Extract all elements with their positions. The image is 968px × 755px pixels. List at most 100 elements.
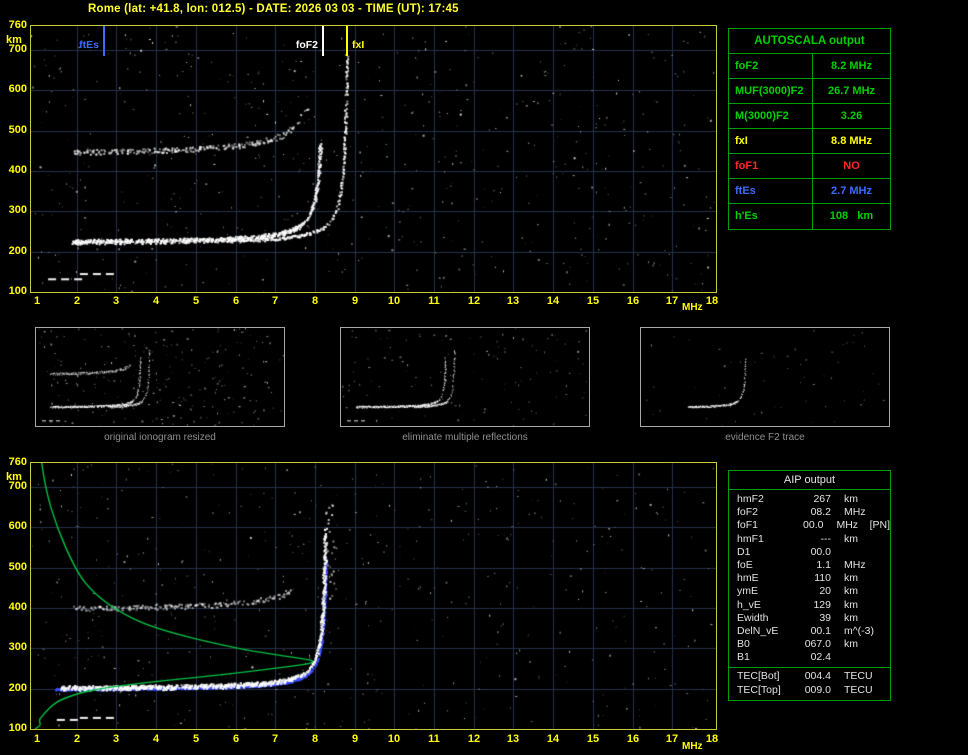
autoscala-param-label: M(3000)F2 [729,104,813,128]
thumbnail-original-ionogram [35,327,285,427]
aip-row-param: D1 [737,545,751,558]
x-tick-label: 13 [506,733,520,745]
aip-row-value: 00.1 [810,624,831,637]
aip-row-param: ymE [737,585,758,598]
x-tick-label: 2 [73,295,81,307]
y-tick-label: 200 [8,682,27,694]
autoscala-row-foF2: foF2 8.2 MHz [729,54,890,79]
aip-row-value: 267 [813,493,831,505]
aip-row-ymE: ymE 20 km [729,585,890,598]
x-tick-label: 6 [232,295,240,307]
aip-row-value: 067.0 [804,638,831,651]
aip-row-B1: B1 02.4 [729,651,890,664]
aip-row-value: 129 [813,598,831,611]
autoscala-row-fxI: fxI 8.8 MHz [729,129,890,154]
x-tick-label: 4 [152,295,160,307]
aip-table-rows: hmF2 267 km foF2 08.2 MHz foF1 00.0 MHz [PN] hmF1-… [729,490,890,697]
top-ionogram-canvas [31,26,716,292]
aip-row-unit: m^(-3) [844,624,875,637]
aip-row-hmF2: hmF2 267 km [729,493,890,506]
aip-row-value: 009.0 [804,683,831,696]
aip-row-value: 00.0 [810,545,831,558]
aip-row-unit: TECU [844,670,873,683]
aip-row-unit: km [844,572,858,585]
aip-row-param: B0 [737,638,750,651]
autoscala-row-M(3000)F2: M(3000)F2 3.26 [729,104,890,129]
aip-row-param: TEC[Bot] [737,670,780,683]
autoscala-param-value: 26.7 MHz [827,85,876,97]
x-tick-label: 12 [467,295,481,307]
x-tick-label: 9 [351,733,359,745]
thumbnail-evidence-f2 [640,327,890,427]
x-axis-unit-label: MHz [682,302,703,313]
aip-row-unit [844,651,880,664]
y-tick-label: 500 [8,561,27,573]
x-tick-label: 3 [112,733,120,745]
y-tick-label: 200 [8,245,27,257]
aip-row-unit: km [844,638,858,651]
autoscala-param-value: 3.26 [840,110,863,122]
x-tick-label: 11 [428,733,440,745]
marker-line-foF2 [322,26,324,56]
aip-row-param: DelN_vE [737,624,779,637]
marker-label-fxI: fxI [352,39,365,51]
x-tick-label: 8 [311,295,319,307]
x-tick-label: 1 [33,295,41,307]
aip-row-param: Ewidth [737,611,769,624]
aip-row-DelN_vE: DelN_vE 00.1 m^(-3) [729,625,890,638]
thumbnail-caption-eliminate: eliminate multiple reflections [402,432,528,443]
x-tick-label: 9 [351,295,359,307]
x-tick-label: 11 [428,295,440,307]
aip-row-h_vE: h_vE 129 km [729,599,890,612]
y-axis-unit-label: km [6,34,22,46]
autoscala-table-title: AUTOSCALA output [729,29,890,54]
aip-row-unit: MHz [844,506,866,519]
x-axis-unit-label: MHz [682,741,703,752]
x-tick-label: 10 [387,733,401,745]
x-tick-label: 15 [586,733,600,745]
x-tick-label: 1 [33,733,41,745]
autoscala-param-label: foF2 [729,54,813,78]
page-title: Rome (lat: +41.8, lon: 012.5) - DATE: 20… [88,3,459,15]
y-axis-unit-label: km [6,471,22,483]
autoscala-param-value: 8.2 MHz [831,60,872,72]
marker-line-ftEs [103,26,105,56]
aip-row-value: 08.2 [810,506,831,519]
aip-row-unit: km [844,493,858,505]
x-tick-label: 10 [387,295,401,307]
thumbnail-eliminate-canvas [341,328,589,426]
aip-row-param: foF2 [737,506,759,519]
y-tick-label: 300 [8,641,27,653]
x-tick-label: 2 [73,733,81,745]
aip-row-foF1: foF1 00.0 MHz [PN] [729,519,890,532]
aip-row-param: B1 [737,651,750,664]
aip-row-unit: km [844,532,858,545]
y-tick-label: 600 [8,83,27,95]
aip-row-hmF1: hmF1 --- km [729,533,890,546]
thumbnail-eliminate-reflections [340,327,590,427]
autoscala-param-value: NO [843,160,860,172]
autoscala-table-rows: foF2 8.2 MHz MUF(3000)F2 26.7 MHz M(3000)F2 3… [729,54,890,229]
autoscala-param-value: 8.8 MHz [831,135,872,147]
thumbnail-original-canvas [36,328,284,426]
x-tick-label: 6 [232,733,240,745]
x-tick-label: 12 [467,733,481,745]
aip-row-unit: TECU [844,683,873,696]
x-tick-label: 7 [271,733,279,745]
marker-label-ftEs: ftEs [79,39,99,51]
y-tick-label: 300 [8,204,27,216]
aip-row-param: h_vE [737,598,761,611]
y-tick-label: 500 [8,124,27,136]
aip-row-value: 1.1 [816,558,831,571]
x-tick-label: 5 [192,733,200,745]
aip-row-value: 02.4 [810,651,831,664]
x-tick-label: 17 [665,733,679,745]
x-tick-label: 15 [586,295,600,307]
y-tick-label: 600 [8,520,27,532]
autoscala-param-value: 2.7 MHz [831,185,872,197]
x-tick-label: 14 [546,733,560,745]
x-tick-label: 8 [311,733,319,745]
x-tick-label: 16 [626,295,640,307]
x-tick-label: 14 [546,295,560,307]
thumbnail-caption-evidence: evidence F2 trace [725,432,805,443]
